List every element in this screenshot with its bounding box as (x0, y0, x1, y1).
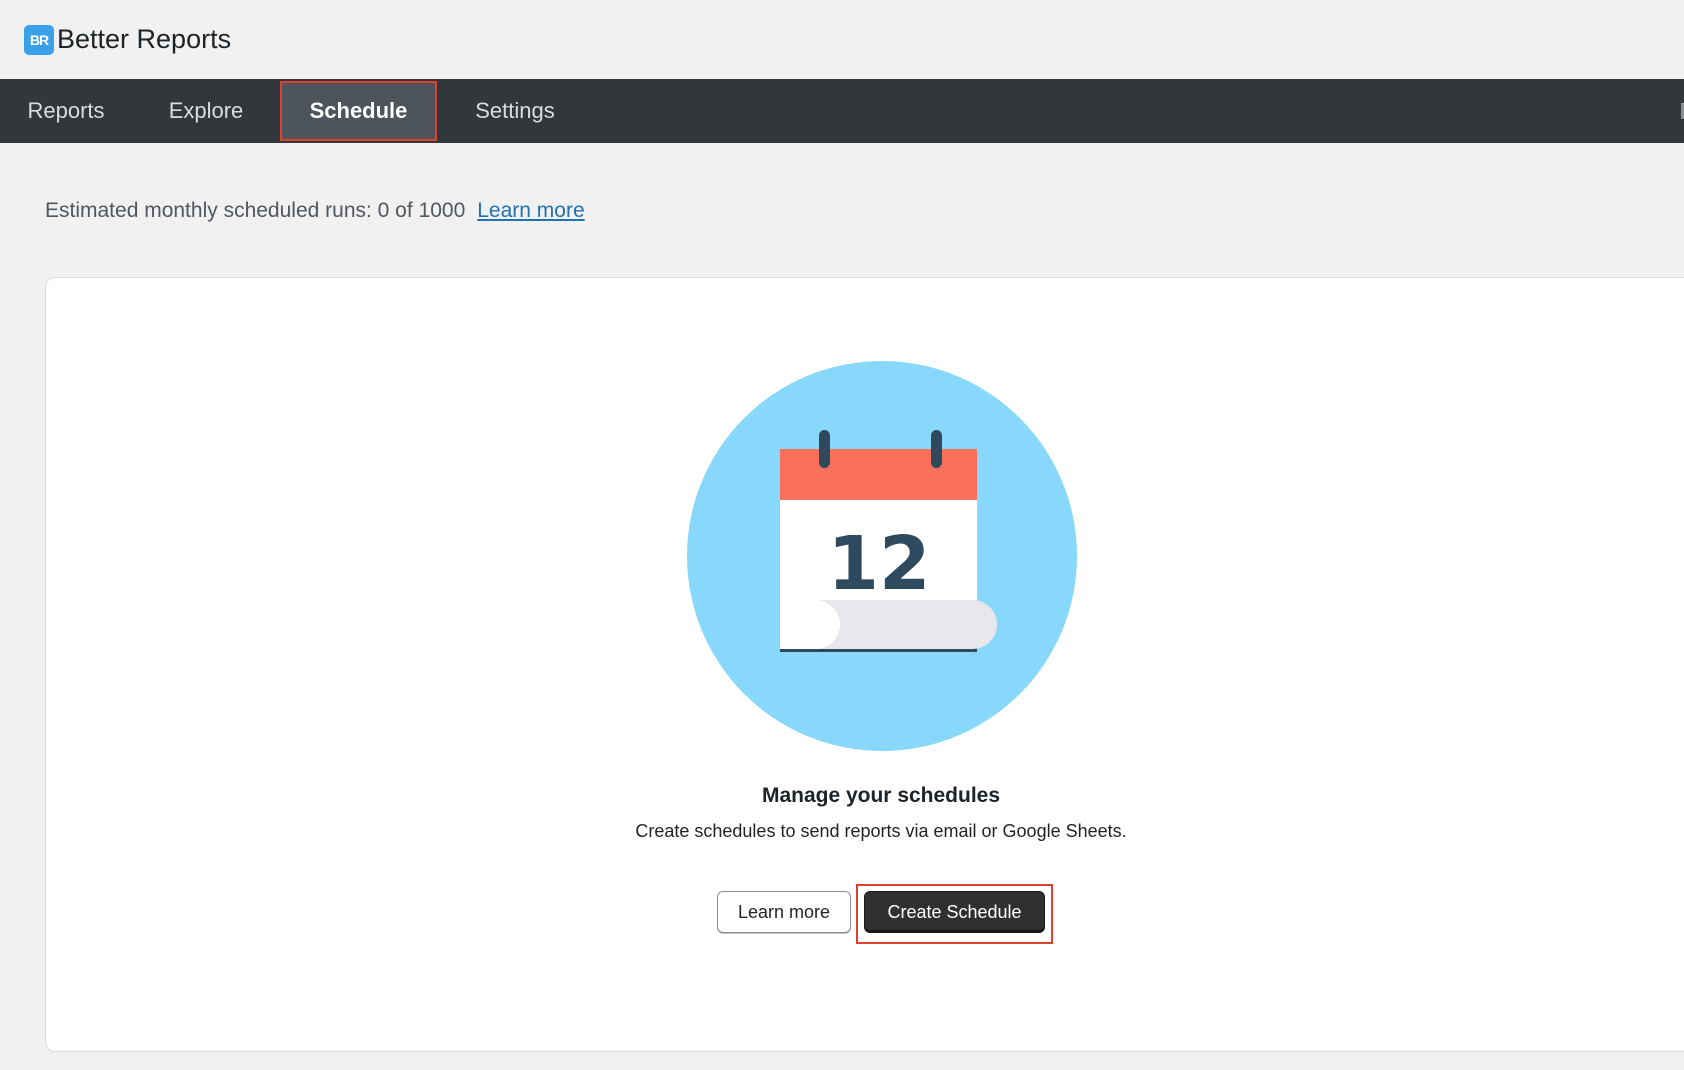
calendar-ring-left (819, 430, 830, 468)
app-title: Better Reports (57, 24, 232, 54)
tab-reports[interactable]: Reports (0, 79, 132, 143)
app-header: BR Better Reports (0, 0, 1684, 79)
empty-state-title-row: Manage your schedules (46, 784, 1684, 808)
better-reports-logo-icon: BR (24, 24, 54, 55)
calendar-day-number: 12 (828, 521, 931, 607)
empty-state-title: Manage your schedules (761, 784, 1001, 807)
tab-explore[interactable]: Explore (132, 79, 280, 143)
empty-state-description: Create schedules to send reports via ema… (635, 821, 1127, 841)
learn-more-link[interactable]: Learn more (477, 199, 584, 223)
main-nav: Reports Explore Schedule Settings (0, 79, 1684, 143)
learn-more-button[interactable]: Learn more (717, 891, 851, 933)
create-schedule-highlight: Create Schedule (856, 884, 1053, 944)
tab-schedule[interactable]: Schedule (280, 81, 437, 141)
calendar-page-curl-edge-fill (780, 600, 810, 649)
empty-state-description-row: Create schedules to send reports via ema… (46, 821, 1684, 842)
schedules-empty-state-card: 12 Manage your schedules Create schedule… (45, 277, 1684, 1052)
scheduled-runs-text: Estimated monthly scheduled runs: 0 of 1… (45, 199, 466, 222)
tab-settings[interactable]: Settings (437, 79, 593, 143)
create-schedule-button[interactable]: Create Schedule (864, 891, 1045, 933)
calendar-ring-right (931, 430, 942, 468)
calendar-icon: 12 (687, 361, 1077, 751)
scheduled-runs-usage: Estimated monthly scheduled runs: 0 of 1… (45, 199, 585, 223)
calendar-header (780, 449, 977, 500)
